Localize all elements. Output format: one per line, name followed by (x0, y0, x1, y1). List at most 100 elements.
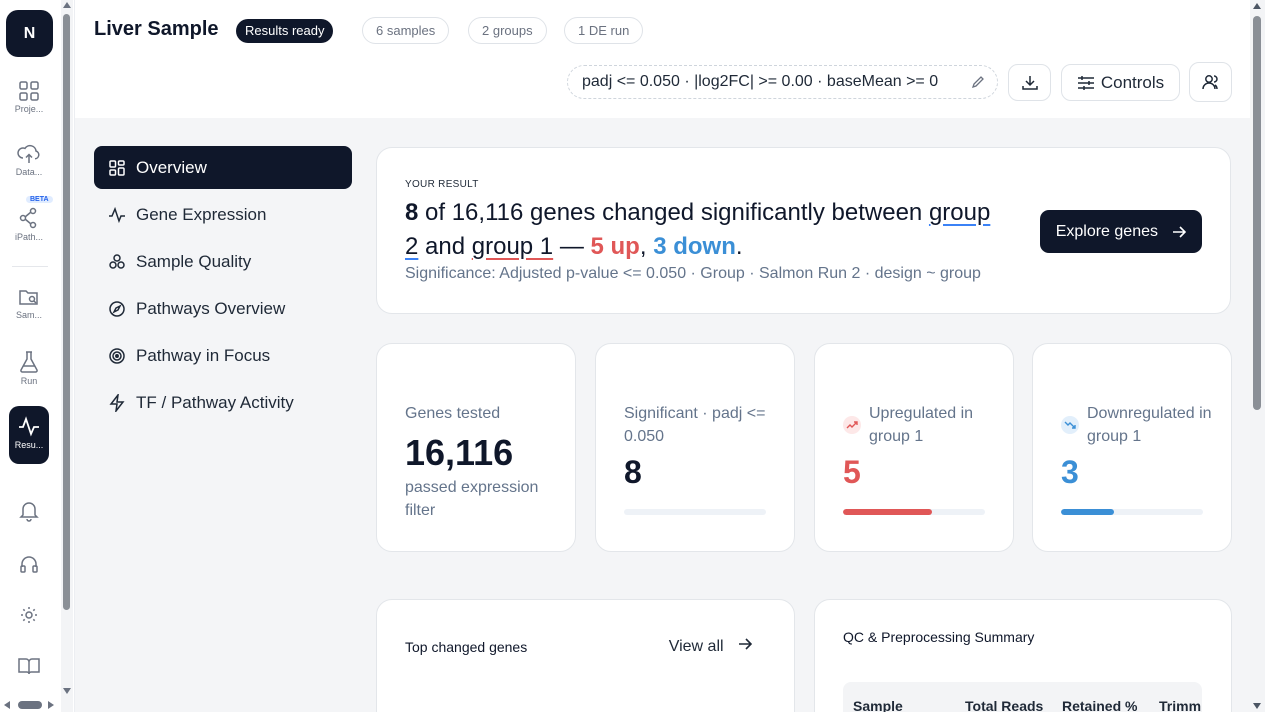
stat-card-significant: Significant · padj <= 0.050 8 (595, 343, 795, 552)
result-eyebrow: YOUR RESULT (405, 179, 479, 190)
result-summary-card: YOUR RESULT 8 of 16,116 genes changed si… (376, 147, 1231, 314)
headline-text: — (553, 233, 591, 260)
stat-label: Downregulated in group 1 (1087, 405, 1212, 445)
significant-count: 8 (405, 199, 419, 226)
stat-value: 8 (624, 454, 642, 490)
scroll-right-arrow[interactable] (48, 701, 54, 709)
filter-chip[interactable]: padj <= 0.050 · |log2FC| >= 0.00 · baseM… (567, 65, 998, 99)
explore-genes-button[interactable]: Explore genes (1039, 210, 1202, 253)
nav-item-overview[interactable]: Overview (94, 146, 352, 189)
nav-item-tf-pathway-activity[interactable]: TF / Pathway Activity (94, 381, 352, 424)
nav-item-gene-expression[interactable]: Gene Expression (94, 193, 352, 236)
card-title: Top changed genes (405, 639, 528, 655)
view-all-label: View all (668, 638, 724, 655)
network-icon (19, 207, 37, 229)
stat-value: 5 (843, 454, 861, 490)
rail-label: Run (20, 376, 38, 386)
arrow-right-icon (739, 638, 753, 650)
rail-item-run[interactable]: Run (0, 350, 58, 386)
card-title: QC & Preprocessing Summary (843, 629, 1035, 645)
view-all-link[interactable]: View all (668, 637, 753, 656)
nav-label: Pathway in Focus (136, 345, 271, 365)
rail-item-samples[interactable]: Sam... (0, 286, 58, 320)
stat-value: 3 (1061, 454, 1079, 490)
progress-fill (843, 509, 932, 515)
target-icon (109, 347, 125, 364)
cloud-upload-icon (17, 144, 40, 163)
rail-item-ipathway[interactable]: iPath... (0, 206, 58, 242)
scroll-thumb[interactable] (18, 701, 42, 709)
nav-item-sample-quality[interactable]: Sample Quality (94, 240, 352, 283)
stat-card-downregulated: Downregulated in group 1 3 (1032, 343, 1232, 552)
progress-bar (1061, 509, 1203, 515)
headline-text: and (418, 233, 472, 260)
arrow-right-icon (1173, 225, 1186, 238)
compass-icon (109, 300, 125, 317)
stat-label: Significant · padj <= 0.050 (624, 405, 766, 445)
left-rail: N Proje... Data... BETA iPath... Sam... … (0, 0, 75, 712)
headline-text: . (735, 233, 743, 260)
stat-sub: passed expression filter (405, 479, 539, 519)
support-button[interactable] (0, 554, 58, 574)
scroll-thumb[interactable] (1253, 16, 1261, 410)
down-count-text: 3 down (653, 233, 736, 260)
trend-up-icon (843, 416, 861, 434)
nav-item-pathway-in-focus[interactable]: Pathway in Focus (94, 334, 352, 377)
pulse-icon (109, 206, 125, 223)
scroll-up-arrow[interactable] (63, 2, 71, 8)
nav-label: Gene Expression (136, 204, 267, 224)
download-button[interactable] (1008, 64, 1051, 101)
pencil-icon (971, 76, 984, 89)
cluster-icon (109, 253, 125, 269)
progress-bar (624, 509, 766, 515)
headline-text: of 16,116 genes changed significantly be… (418, 199, 929, 226)
column-header[interactable]: Retained % (1062, 698, 1137, 712)
scroll-down-arrow[interactable] (1253, 703, 1261, 709)
rail-scrollbar[interactable] (61, 0, 73, 712)
scroll-down-arrow[interactable] (63, 688, 71, 694)
scroll-thumb[interactable] (63, 14, 70, 610)
up-count-text: 5 up (590, 233, 640, 260)
notifications-button[interactable] (0, 500, 58, 522)
column-header[interactable]: Sample (853, 698, 903, 712)
nav-label: TF / Pathway Activity (136, 392, 294, 412)
rail-label: Sam... (15, 310, 42, 320)
significance-line: Significance: Adjusted p-value <= 0.050 … (405, 265, 981, 282)
qc-table: Sample Total Reads Retained % Trimm (843, 682, 1202, 712)
headline-text: , (639, 233, 654, 260)
controls-label: Controls (1100, 72, 1165, 92)
scroll-up-arrow[interactable] (1253, 3, 1261, 9)
column-header[interactable]: Total Reads (965, 698, 1043, 712)
rail-item-data[interactable]: Data... (0, 143, 58, 177)
stat-label: Genes tested (405, 405, 501, 422)
section-nav: Overview Gene Expression Sample Quality … (94, 146, 352, 428)
group-b-link[interactable]: group 1 (472, 233, 553, 260)
controls-button[interactable]: Controls (1061, 64, 1180, 101)
bell-icon (19, 502, 39, 522)
rail-item-projects[interactable]: Proje... (0, 80, 58, 114)
rail-item-results[interactable]: Resu... (9, 406, 49, 464)
folder-search-icon (19, 290, 38, 305)
nav-label: Overview (136, 157, 207, 177)
qc-summary-card: QC & Preprocessing Summary Sample Total … (814, 599, 1232, 712)
nav-label: Sample Quality (136, 251, 252, 271)
nav-item-pathways-overview[interactable]: Pathways Overview (94, 287, 352, 330)
users-icon (1201, 75, 1218, 90)
top-genes-card: Top changed genes View all (376, 599, 795, 712)
rail-horizontal-scrollbar[interactable] (4, 700, 56, 710)
stat-card-genes-tested: Genes tested 16,116 passed expression fi… (376, 343, 576, 552)
rail-label: Proje... (14, 104, 44, 114)
main-content: Overview Gene Expression Sample Quality … (75, 118, 1250, 712)
page-scrollbar[interactable] (1250, 0, 1265, 712)
explore-label: Explore genes (1055, 222, 1158, 240)
rail-divider (12, 266, 48, 267)
users-button[interactable] (1189, 62, 1232, 102)
column-header[interactable]: Trimm (1159, 698, 1201, 712)
app-logo[interactable]: N (6, 10, 53, 57)
docs-button[interactable] (0, 655, 58, 677)
settings-button[interactable] (0, 605, 58, 625)
progress-fill (1061, 509, 1115, 515)
progress-bar (843, 509, 985, 515)
nav-label: Pathways Overview (136, 298, 286, 318)
scroll-left-arrow[interactable] (4, 701, 10, 709)
